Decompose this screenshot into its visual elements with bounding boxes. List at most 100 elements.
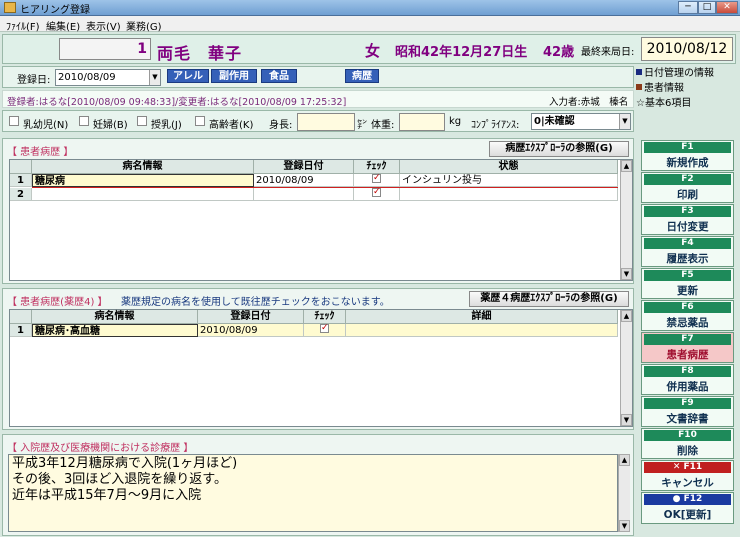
- detail-cell[interactable]: [346, 324, 618, 337]
- f6-contraindicated-button[interactable]: F6 禁忌薬品: [641, 300, 734, 331]
- nursing-label: 授乳(J): [151, 120, 182, 131]
- check-cell[interactable]: [304, 324, 346, 337]
- chevron-down-icon[interactable]: ▼: [619, 114, 630, 129]
- col-disease: 病名情報: [32, 310, 198, 324]
- f12-ok-button[interactable]: ● F12 OK[更新]: [641, 492, 734, 524]
- registration-date-label: 登録日:: [17, 75, 51, 86]
- disease-cell[interactable]: [32, 188, 254, 201]
- status-cell[interactable]: [400, 188, 618, 201]
- nursing-checkbox[interactable]: [137, 116, 147, 126]
- patient-age: 42歳: [543, 45, 575, 60]
- f11-cancel-button[interactable]: ✕ F11 キャンセル: [641, 460, 734, 491]
- patient-birthdate: 昭和42年12月27日生: [395, 45, 528, 60]
- compliance-select[interactable]: 0|未確認 ▼: [531, 113, 631, 130]
- infant-checkbox[interactable]: [9, 116, 19, 126]
- scroll-up-icon[interactable]: ▲: [621, 310, 632, 322]
- f5-update-button[interactable]: F5 更新: [641, 268, 734, 299]
- food-button[interactable]: 食品: [261, 69, 297, 83]
- menu-edit[interactable]: 編集(E): [46, 18, 80, 33]
- f4-history-button[interactable]: F4 履歴表示: [641, 236, 734, 267]
- history-line: その後、3回ほど入退院を繰り返す。: [12, 472, 227, 487]
- scroll-up-icon[interactable]: ▲: [621, 160, 632, 172]
- check-cell[interactable]: [354, 174, 400, 187]
- date-cell[interactable]: [254, 188, 354, 201]
- weight-input[interactable]: [399, 113, 445, 131]
- registration-date-select[interactable]: 2010/08/09 ▼: [55, 69, 161, 86]
- app-icon: [4, 2, 16, 13]
- check-icon[interactable]: [372, 188, 381, 199]
- close-button[interactable]: ✕: [716, 1, 738, 14]
- menu-business[interactable]: 業務(G): [126, 18, 162, 33]
- date-cell[interactable]: 2010/08/09: [254, 174, 354, 187]
- f7-medical-history-button[interactable]: F7 患者病歴: [641, 332, 734, 363]
- vertical-scrollbar[interactable]: ▲ ▼: [620, 160, 632, 280]
- history-line: 近年は平成15年7月～9月に入院: [12, 488, 202, 503]
- f10-delete-button[interactable]: F10 削除: [641, 428, 734, 459]
- chevron-down-icon[interactable]: ▼: [149, 70, 160, 85]
- side-effect-button[interactable]: 副作用: [211, 69, 257, 83]
- pharmacist-explorer-button[interactable]: 薬歴４病歴ｴｸｽﾌﾟﾛｰﾗの参照(G): [469, 291, 629, 307]
- pharmacist-history-panel: 【 患者病歴(薬歴4) 】 薬歴規定の病名を使用して既往歴チェックをおこないます…: [2, 288, 634, 430]
- pregnant-checkbox[interactable]: [79, 116, 89, 126]
- patient-header: 1 両毛 華子 女 昭和42年12月27日生 42歳 最終来局日: 2010/0…: [2, 34, 736, 64]
- scroll-down-icon[interactable]: ▼: [619, 520, 630, 532]
- patient-id: 1: [59, 38, 151, 60]
- elderly-checkbox[interactable]: [195, 116, 205, 126]
- input-by: 入力者:赤城 榛名: [549, 97, 629, 108]
- legend-date-managed: 日付管理の情報: [636, 66, 738, 81]
- medical-history-title: 【 患者病歴 】: [7, 147, 74, 158]
- weight-label: 体重:: [371, 120, 395, 131]
- scroll-up-icon[interactable]: ▲: [619, 454, 630, 466]
- scroll-down-icon[interactable]: ▼: [621, 414, 632, 426]
- disease-cell[interactable]: 糖尿病: [32, 174, 254, 187]
- f1-new-button[interactable]: F1 新規作成: [641, 140, 734, 171]
- row-number: 1: [10, 324, 32, 337]
- scroll-down-icon[interactable]: ▼: [621, 268, 632, 280]
- allergy-button[interactable]: アレル: [167, 69, 209, 83]
- f2-print-button[interactable]: F2 印刷: [641, 172, 734, 203]
- col-status: 状態: [400, 160, 618, 174]
- height-input[interactable]: [297, 113, 355, 131]
- grid-corner: [10, 310, 32, 324]
- f3-change-date-button[interactable]: F3 日付変更: [641, 204, 734, 235]
- patient-sex: 女: [365, 42, 381, 60]
- vertical-scrollbar[interactable]: ▲ ▼: [620, 310, 632, 426]
- f8-concomitant-button[interactable]: F8 併用薬品: [641, 364, 734, 395]
- pharmacist-history-grid: 病名情報 登録日付 ﾁｪｯｸ 詳細 1 糖尿病･高血糖 2010/08/09 ▲…: [9, 309, 633, 427]
- grid-corner: [10, 160, 32, 174]
- date-cell[interactable]: 2010/08/09: [198, 324, 304, 337]
- admission-history-textarea[interactable]: 平成3年12月糖尿病で入院(1ヶ月ほど) その後、3回ほど入退院を繰り返す。 近…: [8, 454, 618, 532]
- check-cell[interactable]: [354, 188, 400, 201]
- height-label: 身長:: [269, 120, 293, 131]
- check-icon[interactable]: [320, 324, 329, 335]
- disease-cell[interactable]: 糖尿病･高血糖: [32, 324, 198, 337]
- window-title: ヒアリング登録: [20, 5, 90, 16]
- check-icon[interactable]: [372, 174, 381, 185]
- menu-view[interactable]: 表示(V): [86, 18, 121, 33]
- registration-date-value: 2010/08/09: [58, 72, 116, 83]
- registrant-info: 登録者:はるな[2010/08/09 09:48:33]/変更者:はるな[201…: [7, 97, 347, 108]
- col-detail: 詳細: [346, 310, 618, 324]
- last-visit-label: 最終来局日:: [581, 47, 635, 58]
- height-unit: ㌢: [357, 120, 367, 131]
- row-number: 1: [10, 174, 32, 187]
- maximize-button[interactable]: □: [698, 1, 716, 14]
- pharmacist-history-note: 薬歴規定の病名を使用して既往歴チェックをおこないます。: [121, 297, 390, 308]
- brown-square-icon: [636, 84, 642, 90]
- f9-dictionary-button[interactable]: F9 文書辞書: [641, 396, 734, 427]
- compliance-label: ｺﾝﾌﾟﾗｲｱﾝｽ:: [471, 120, 520, 131]
- history-explorer-button[interactable]: 病歴ｴｸｽﾌﾟﾛｰﾗの参照(G): [489, 141, 629, 157]
- pharmacist-history-title: 【 患者病歴(薬歴4) 】: [7, 297, 108, 308]
- vertical-scrollbar[interactable]: ▲ ▼: [618, 454, 630, 532]
- pregnant-label: 妊婦(B): [93, 120, 128, 131]
- infant-label: 乳幼児(N): [23, 120, 69, 131]
- medical-history-button[interactable]: 病歴: [345, 69, 379, 83]
- menu-file[interactable]: ﾌｧｲﾙ(F): [6, 18, 40, 33]
- col-disease: 病名情報: [32, 160, 254, 174]
- col-date: 登録日付: [254, 160, 354, 174]
- weight-unit: kg: [449, 116, 462, 127]
- minimize-button[interactable]: ─: [678, 1, 698, 14]
- history-line: 平成3年12月糖尿病で入院(1ヶ月ほど): [12, 456, 238, 471]
- registration-row: 登録日: 2010/08/09 ▼ アレル 副作用 食品 病歴: [2, 66, 634, 88]
- status-cell[interactable]: インシュリン投与: [400, 174, 618, 187]
